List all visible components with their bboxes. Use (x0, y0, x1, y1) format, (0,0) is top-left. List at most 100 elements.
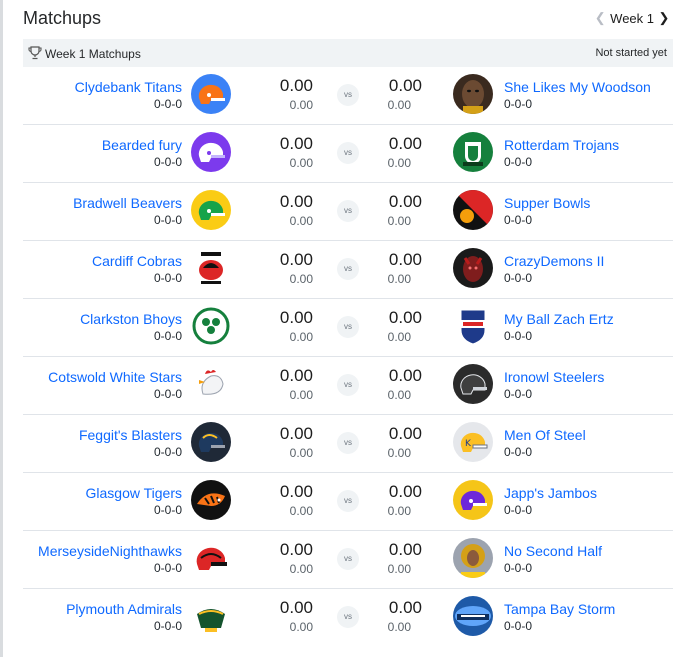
subheader-title: Week 1 Matchups (45, 47, 141, 61)
matchup-row[interactable]: Feggit's Blasters 0-0-0 0.00 0.00 vs 0.0… (23, 415, 673, 473)
helmet-logo-icon[interactable] (191, 132, 231, 172)
matchup-row[interactable]: Clarkston Bhoys 0-0-0 0.00 0.00 vs 0.00 … (23, 299, 673, 357)
avatar-photo-icon[interactable] (453, 74, 493, 114)
left-team-record: 0-0-0 (153, 155, 182, 169)
rooster-logo-icon[interactable] (191, 364, 231, 404)
right-projected: 0.00 (387, 504, 411, 518)
right-score: 0.00 (388, 424, 422, 443)
left-score: 0.00 (279, 366, 313, 385)
right-score: 0.00 (388, 134, 422, 153)
right-score: 0.00 (388, 250, 422, 269)
right-score: 0.00 (388, 308, 422, 327)
vs-badge: vs (337, 258, 359, 280)
right-projected: 0.00 (387, 446, 411, 460)
matchup-row[interactable]: Cotswold White Stars 0-0-0 0.00 0.00 vs … (23, 357, 673, 415)
matchup-row[interactable]: Bearded fury 0-0-0 0.00 0.00 vs 0.00 0.0… (23, 125, 673, 183)
shield-logo-icon[interactable] (453, 306, 493, 346)
avatar-photo-icon[interactable] (453, 538, 493, 578)
week-label[interactable]: Week 1 (610, 11, 654, 26)
right-team-name[interactable]: She Likes My Woodson (504, 79, 651, 95)
right-team-name[interactable]: Supper Bowls (504, 195, 590, 211)
right-team-name[interactable]: Men Of Steel (504, 427, 586, 443)
left-projected: 0.00 (289, 446, 313, 460)
vs-badge: vs (337, 606, 359, 628)
right-score: 0.00 (388, 598, 422, 617)
helmet-logo-icon[interactable] (191, 538, 231, 578)
left-team-name[interactable]: Clydebank Titans (75, 79, 182, 95)
chevron-right-icon[interactable]: ❯ (657, 10, 671, 26)
matchup-row[interactable]: MerseysideNighthawks 0-0-0 0.00 0.00 vs … (23, 531, 673, 589)
crest-logo-icon[interactable] (453, 132, 493, 172)
helmet-logo-icon[interactable] (191, 190, 231, 230)
right-team-name[interactable]: Ironowl Steelers (504, 369, 604, 385)
left-team-name[interactable]: Bearded fury (102, 137, 182, 153)
vs-badge: vs (337, 142, 359, 164)
chevron-left-icon[interactable]: ❮ (593, 10, 607, 26)
right-team-name[interactable]: My Ball Zach Ertz (504, 311, 614, 327)
right-team-name[interactable]: No Second Half (504, 543, 602, 559)
helmet-logo-icon[interactable] (453, 364, 493, 404)
right-team-record: 0-0-0 (504, 213, 533, 227)
left-score: 0.00 (279, 76, 313, 95)
right-team-record: 0-0-0 (504, 329, 533, 343)
left-team-record: 0-0-0 (153, 387, 182, 401)
right-team-name[interactable]: Japp's Jambos (504, 485, 597, 501)
right-projected: 0.00 (387, 620, 411, 634)
left-team-name[interactable]: Cotswold White Stars (48, 369, 182, 385)
helmet-logo-icon[interactable] (191, 422, 231, 462)
right-team-record: 0-0-0 (504, 155, 533, 169)
left-team-record: 0-0-0 (153, 97, 182, 111)
matchups-header: Matchups ❮ Week 1 ❯ (23, 8, 673, 30)
vs-badge: vs (337, 374, 359, 396)
left-score: 0.00 (279, 192, 313, 211)
right-team-record: 0-0-0 (504, 387, 533, 401)
matchup-row[interactable]: Bradwell Beavers 0-0-0 0.00 0.00 vs 0.00… (23, 183, 673, 241)
vs-badge: vs (337, 200, 359, 222)
right-team-name[interactable]: Rotterdam Trojans (504, 137, 619, 153)
left-team-name[interactable]: Bradwell Beavers (73, 195, 182, 211)
demon-logo-icon[interactable] (453, 248, 493, 288)
vs-badge: vs (337, 316, 359, 338)
left-team-record: 0-0-0 (153, 503, 182, 517)
left-team-name[interactable]: Plymouth Admirals (66, 601, 182, 617)
cobra-logo-icon[interactable] (191, 248, 231, 288)
left-team-name[interactable]: Cardiff Cobras (92, 253, 182, 269)
left-projected: 0.00 (289, 504, 313, 518)
left-team-name[interactable]: Clarkston Bhoys (80, 311, 182, 327)
bowl-logo-icon[interactable] (453, 190, 493, 230)
right-score: 0.00 (388, 366, 422, 385)
helmet-logo-icon[interactable] (453, 480, 493, 520)
right-team-name[interactable]: Tampa Bay Storm (504, 601, 615, 617)
left-projected: 0.00 (289, 272, 313, 286)
matchup-row[interactable]: Glasgow Tigers 0-0-0 0.00 0.00 vs 0.00 0… (23, 473, 673, 531)
right-projected: 0.00 (387, 330, 411, 344)
vs-badge: vs (337, 548, 359, 570)
right-team-record: 0-0-0 (504, 97, 533, 111)
admiral-logo-icon[interactable] (191, 596, 231, 636)
tiger-logo-icon[interactable] (191, 480, 231, 520)
left-team-record: 0-0-0 (153, 271, 182, 285)
helmet-logo-icon[interactable] (191, 74, 231, 114)
matchup-row[interactable]: Clydebank Titans 0-0-0 0.00 0.00 vs 0.00… (23, 67, 673, 125)
left-team-name[interactable]: MerseysideNighthawks (38, 543, 182, 559)
matchup-row[interactable]: Plymouth Admirals 0-0-0 0.00 0.00 vs 0.0… (23, 589, 673, 646)
right-score: 0.00 (388, 192, 422, 211)
right-projected: 0.00 (387, 272, 411, 286)
week-navigator: ❮ Week 1 ❯ (593, 10, 671, 26)
matchup-status: Not started yet (595, 47, 667, 59)
right-team-record: 0-0-0 (504, 619, 533, 633)
helmet-logo-icon[interactable]: K (453, 422, 493, 462)
left-projected: 0.00 (289, 388, 313, 402)
storm-logo-icon[interactable] (453, 596, 493, 636)
matchup-row[interactable]: Cardiff Cobras 0-0-0 0.00 0.00 vs 0.00 0… (23, 241, 673, 299)
left-team-name[interactable]: Feggit's Blasters (79, 427, 182, 443)
left-team-name[interactable]: Glasgow Tigers (86, 485, 182, 501)
left-score: 0.00 (279, 250, 313, 269)
right-team-name[interactable]: CrazyDemons II (504, 253, 604, 269)
celtic-crest-icon[interactable] (191, 306, 231, 346)
left-projected: 0.00 (289, 98, 313, 112)
left-score: 0.00 (279, 482, 313, 501)
left-projected: 0.00 (289, 156, 313, 170)
right-team-record: 0-0-0 (504, 503, 533, 517)
left-projected: 0.00 (289, 620, 313, 634)
